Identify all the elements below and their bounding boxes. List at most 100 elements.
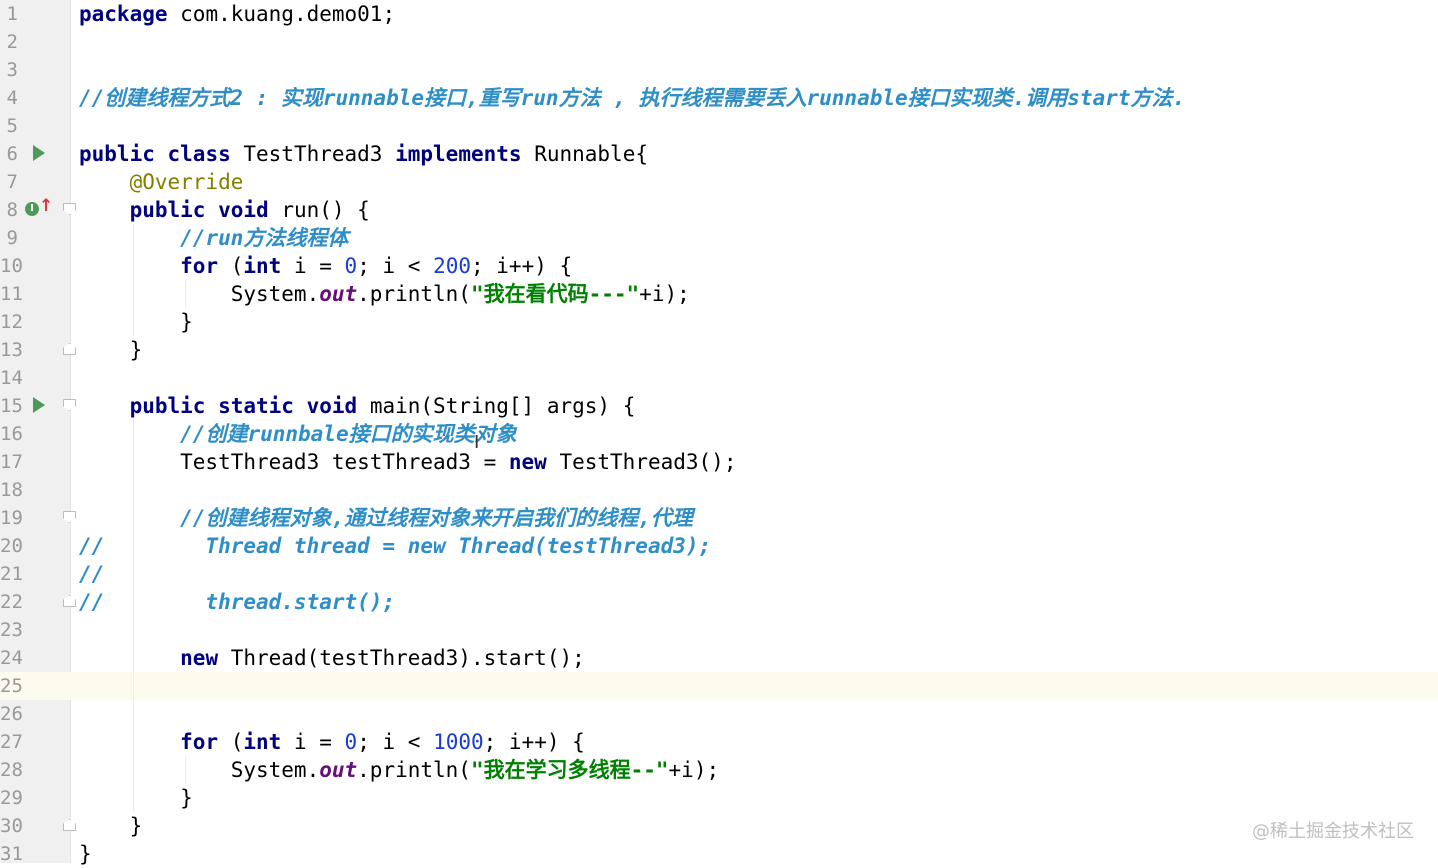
code-line[interactable]: 6 public class TestThread3 implements Run… (0, 140, 1438, 168)
fold-start-icon[interactable] (63, 399, 76, 411)
code-token: static (218, 394, 294, 418)
code-line[interactable]: 4 //创建线程方式2 : 实现runnable接口,重写run方法 , 执行线程… (0, 84, 1438, 112)
code-line[interactable]: 15 public static void main(String[] args… (0, 392, 1438, 420)
code-token: 1000 (433, 730, 484, 754)
code-line[interactable]: 25 (0, 672, 1438, 700)
code-text: // thread.start(); (79, 588, 395, 616)
code-line[interactable]: 18 (0, 476, 1438, 504)
code-line[interactable]: 22 // thread.start(); (0, 588, 1438, 616)
code-token: // Thread thread = new Thread(testThread… (79, 534, 712, 558)
code-token: ; i < (357, 254, 434, 278)
line-number: 6 (6, 143, 18, 165)
fold-start-icon[interactable] (63, 203, 76, 215)
code-line[interactable]: 30 } (0, 812, 1438, 840)
line-number: 19 (0, 507, 23, 529)
code-text: TestThread3 testThread3 = new TestThread… (79, 448, 736, 476)
code-token: Thread(testThread3).start(); (218, 646, 585, 670)
code-token: +i); (668, 758, 720, 782)
code-line[interactable]: 9 //run方法线程体 (0, 224, 1438, 252)
line-number: 27 (0, 731, 23, 753)
code-token: ; i < (357, 730, 434, 754)
code-token: } (79, 814, 143, 838)
line-number: 9 (6, 227, 18, 249)
code-token: com.kuang.demo01; (167, 2, 396, 26)
code-line[interactable]: 2 (0, 28, 1438, 56)
line-number: 31 (0, 843, 23, 865)
code-token: .println( (357, 282, 471, 306)
code-line[interactable]: 17 TestThread3 testThread3 = new TestThr… (0, 448, 1438, 476)
code-token: public (129, 198, 206, 222)
code-line[interactable]: 19 //创建线程对象,通过线程对象来开启我们的线程,代理 (0, 504, 1438, 532)
line-number: 13 (0, 339, 23, 361)
code-line[interactable]: 8 I ↑ public void run() { (0, 196, 1438, 224)
line-number: 5 (6, 115, 18, 137)
code-text: } (79, 840, 92, 868)
code-text: public static void main(String[] args) { (79, 392, 636, 420)
code-line[interactable]: 26 (0, 700, 1438, 728)
code-line[interactable]: 20 // Thread thread = new Thread(testThre… (0, 532, 1438, 560)
code-editor[interactable]: 1 package com.kuang.demo01; 2 3 4//创建线程方式2 :… (0, 0, 1438, 866)
code-line[interactable]: 31} (0, 840, 1438, 868)
code-line[interactable]: 1 package com.kuang.demo01; (0, 0, 1438, 28)
implements-method-icon[interactable]: I (25, 202, 39, 216)
code-line[interactable]: 3 (0, 56, 1438, 84)
text-cursor-icon: I (474, 432, 480, 453)
code-line[interactable]: 27 for (int i = 0; i < 1000; i++) { (0, 728, 1438, 756)
code-line[interactable]: 12 } (0, 308, 1438, 336)
code-line[interactable]: 29 } (0, 784, 1438, 812)
code-text: public void run() { (79, 196, 370, 224)
fold-end-icon[interactable] (63, 595, 76, 607)
code-line[interactable]: 5 (0, 112, 1438, 140)
code-line[interactable]: 13 } (0, 336, 1438, 364)
code-token: class (167, 142, 231, 166)
code-token: i = (281, 254, 345, 278)
code-text: } (79, 784, 193, 812)
code-line[interactable]: 24 new Thread(testThread3).start(); (0, 644, 1438, 672)
code-token: new (508, 450, 547, 474)
code-line[interactable]: 7 @Override (0, 168, 1438, 196)
code-line[interactable]: 21 // (0, 560, 1438, 588)
line-number: 30 (0, 815, 23, 837)
run-icon[interactable] (33, 397, 45, 413)
code-token: void (306, 394, 358, 418)
fold-end-icon[interactable] (63, 343, 76, 355)
line-number: 11 (0, 283, 23, 305)
code-token: TestThread3 testThread3 = (79, 450, 509, 474)
fold-end-icon[interactable] (63, 819, 76, 831)
code-token: int (243, 254, 282, 278)
code-token: void (218, 198, 269, 222)
code-line[interactable]: 11 System.out.println("我在看代码---"+i); (0, 280, 1438, 308)
code-token: "我在学习多线程--" (470, 758, 669, 782)
code-text: //创建线程对象,通过线程对象来开启我们的线程,代理 (79, 504, 693, 532)
run-icon[interactable] (33, 145, 45, 161)
code-token: "我在看代码---" (470, 282, 640, 306)
code-token: public (79, 142, 155, 166)
code-line[interactable]: 23 (0, 616, 1438, 644)
code-text: for (int i = 0; i < 1000; i++) { (79, 728, 585, 756)
code-line[interactable]: 10 for (int i = 0; i < 200; i++) { (0, 252, 1438, 280)
fold-start-icon[interactable] (63, 511, 76, 523)
line-number: 21 (0, 563, 23, 585)
code-text: } (79, 812, 143, 840)
code-token: run() { (268, 198, 370, 222)
code-text: System.out.println("我在学习多线程--"+i); (79, 756, 719, 784)
code-token: .println( (357, 758, 471, 782)
go-to-super-method-icon[interactable]: ↑ (39, 197, 53, 215)
code-token: for (180, 254, 219, 278)
code-line[interactable]: 14 (0, 364, 1438, 392)
code-text: // (79, 560, 104, 588)
code-token: ; i++) { (483, 730, 585, 754)
code-text: package com.kuang.demo01; (79, 0, 395, 28)
code-token: 0 (344, 254, 358, 278)
line-number: 4 (6, 87, 18, 109)
watermark: @稀土掘金技术社区 (1252, 821, 1414, 842)
code-line[interactable]: 28 System.out.println("我在学习多线程--"+i); (0, 756, 1438, 784)
code-line[interactable]: 16 //创建runnbale接口的实现类对象 (0, 420, 1438, 448)
code-text: } (79, 336, 143, 364)
